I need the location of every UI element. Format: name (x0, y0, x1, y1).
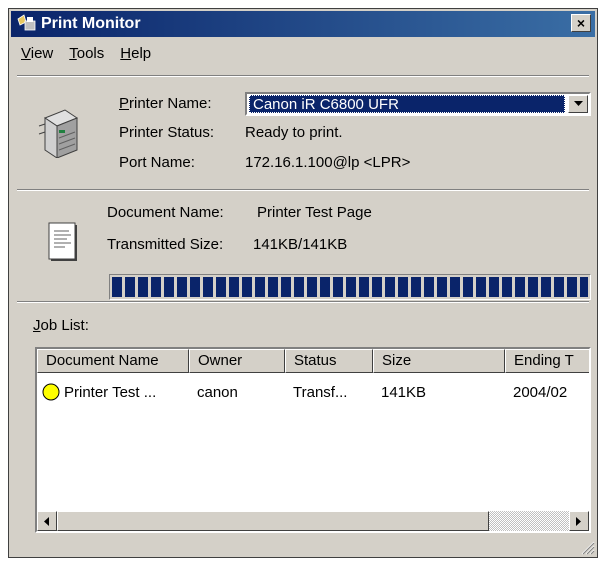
transmission-progress-bar (109, 274, 591, 300)
menu-tools-accel: T (69, 45, 77, 62)
arrow-left-icon (44, 516, 49, 526)
menu-tools-label: ools (76, 45, 105, 62)
document-icon (48, 222, 77, 261)
job-status-cell: Transf... (293, 383, 348, 401)
chevron-down-icon (573, 101, 583, 106)
menu-help-accel: H (120, 45, 132, 62)
close-icon: × (576, 15, 586, 31)
scroll-left-button[interactable] (37, 511, 57, 531)
job-document-cell: Printer Test ... (64, 383, 157, 401)
dropdown-button[interactable] (568, 95, 588, 113)
column-document-name[interactable]: Document Name (37, 349, 189, 373)
column-owner[interactable]: Owner (189, 349, 285, 373)
menu-tools[interactable]: Tools (61, 41, 112, 63)
job-list-view[interactable]: Document Name Owner Status Size Ending T… (35, 347, 591, 533)
job-list-label-text: ob List: (40, 317, 89, 334)
transmitted-size-value: 141KB/141KB (253, 236, 348, 253)
scroll-right-button[interactable] (569, 511, 589, 531)
job-status-dot-icon (42, 383, 60, 401)
transmitted-size-label: Transmitted Size: (107, 236, 224, 253)
separator-middle (17, 189, 589, 191)
scroll-thumb[interactable] (57, 511, 489, 531)
printer-name-label-text: rinter Name: (129, 95, 212, 112)
job-owner-cell: canon (197, 383, 238, 401)
arrow-right-icon (576, 516, 581, 526)
document-name-label: Document Name: (107, 204, 224, 221)
job-list-header: Document Name Owner Status Size Ending T (37, 349, 589, 373)
menu-bar: View Tools Help (13, 41, 159, 63)
horizontal-scrollbar[interactable] (37, 511, 589, 531)
menu-help-label: elp (131, 45, 152, 62)
column-ending-time[interactable]: Ending T (505, 349, 589, 373)
window-title: Print Monitor (41, 15, 141, 32)
job-size-cell: 141KB (381, 383, 427, 401)
printer-status-label: Printer Status: (119, 124, 215, 141)
menu-help[interactable]: Help (112, 41, 159, 63)
printer-icon (38, 109, 79, 158)
job-list-label: Job List: (33, 317, 89, 334)
port-name-label: Port Name: (119, 154, 195, 171)
printer-name-accel: P (119, 95, 130, 112)
job-list-accel: J (33, 317, 41, 334)
printer-name-dropdown[interactable]: Canon iR C6800 UFR (245, 92, 591, 116)
menu-view-accel: V (21, 45, 31, 62)
printer-status-value: Ready to print. (245, 124, 343, 141)
document-name-value: Printer Test Page (257, 204, 372, 221)
column-size[interactable]: Size (373, 349, 505, 373)
menu-view-label: iew (30, 45, 54, 62)
port-name-value: 172.16.1.100@lp <LPR> (245, 154, 411, 171)
separator-bottom (17, 301, 589, 303)
print-monitor-window: Print Monitor × View Tools Help Printer … (8, 8, 598, 558)
resize-grip-icon[interactable] (579, 539, 595, 555)
printer-name-value: Canon iR C6800 UFR (249, 95, 565, 113)
job-ending-cell: 2004/02 (513, 383, 568, 401)
menu-view[interactable]: View (13, 41, 61, 63)
printer-app-icon (17, 14, 36, 31)
column-status[interactable]: Status (285, 349, 373, 373)
printer-name-label: Printer Name: (119, 95, 212, 112)
close-button[interactable]: × (571, 14, 591, 32)
job-list-row[interactable]: Printer Test ... canon Transf... 141KB 2… (37, 381, 589, 403)
separator-top (17, 75, 589, 77)
title-bar[interactable]: Print Monitor × (11, 11, 595, 37)
progress-fill (112, 277, 588, 297)
